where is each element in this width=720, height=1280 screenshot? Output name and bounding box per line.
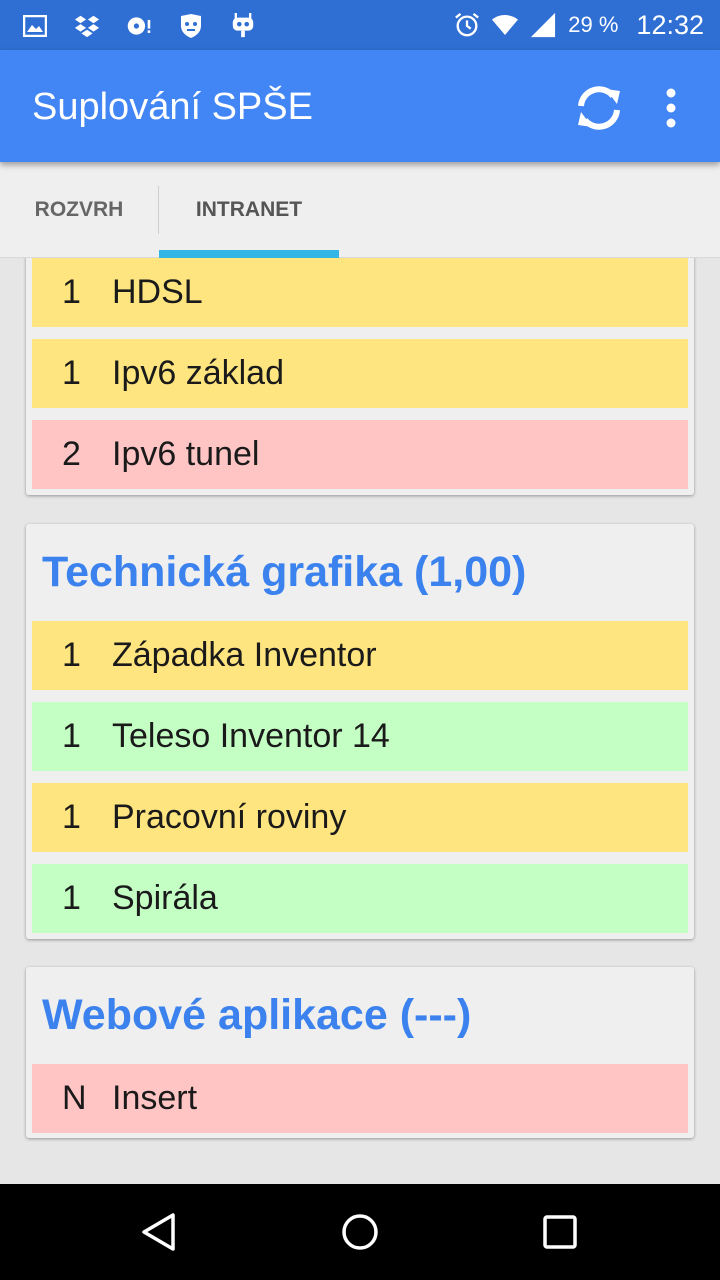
tab-rozvrh[interactable]: ROZVRH <box>0 162 158 258</box>
subject-title: Webové aplikace (---) <box>42 991 472 1039</box>
android-robot-icon <box>230 13 256 39</box>
app-title: Suplování SPŠE <box>32 86 313 128</box>
image-icon <box>22 13 48 39</box>
disc-alert-icon <box>126 13 152 39</box>
item-name: Západka Inventor <box>112 636 377 674</box>
item-count: 1 <box>62 636 81 674</box>
dropbox-icon <box>74 13 100 39</box>
tab-bar: ROZVRH INTRANET <box>0 162 720 258</box>
recents-button[interactable] <box>528 1202 592 1262</box>
home-button[interactable] <box>328 1202 392 1262</box>
item-count: 1 <box>62 879 81 917</box>
list-item[interactable]: 1 Pracovní roviny <box>32 783 688 852</box>
item-name: Ipv6 tunel <box>112 435 260 473</box>
subject-title: Technická grafika (1,00) <box>42 548 527 596</box>
item-name: Spirála <box>112 879 218 917</box>
more-vert-icon <box>666 88 676 128</box>
item-count: 1 <box>62 717 81 755</box>
list-item[interactable]: 1 Ipv6 základ <box>32 339 688 408</box>
notification-icons <box>22 10 256 42</box>
signal-icon <box>530 12 556 38</box>
item-count: 1 <box>62 798 81 836</box>
list-item[interactable]: 2 Ipv6 tunel <box>32 420 688 489</box>
subject-card: Technická grafika (1,00) 1 Západka Inven… <box>26 524 694 939</box>
item-name: Ipv6 základ <box>112 354 284 392</box>
back-button[interactable] <box>128 1202 192 1262</box>
battery-percentage: 29 % <box>568 12 619 37</box>
tab-intranet[interactable]: INTRANET <box>159 162 339 258</box>
navigation-bar <box>0 1184 720 1280</box>
item-name: Teleso Inventor 14 <box>112 717 390 755</box>
item-count: 1 <box>62 273 81 311</box>
shield-face-icon <box>178 13 204 39</box>
list-item[interactable]: 1 Spirála <box>32 864 688 933</box>
system-status: 29 % 12:32 <box>454 8 704 42</box>
recents-icon <box>543 1215 577 1249</box>
item-count: 1 <box>62 354 81 392</box>
list-item[interactable]: N Insert <box>32 1064 688 1133</box>
clock: 12:32 <box>636 9 704 40</box>
refresh-icon <box>578 86 620 130</box>
item-name: Pracovní roviny <box>112 798 347 836</box>
item-name: Insert <box>112 1079 198 1117</box>
subject-card: 1 HDSL 1 Ipv6 základ 2 Ipv6 tunel <box>26 258 694 495</box>
tab-selected-indicator <box>159 250 339 258</box>
status-bar: 29 % 12:32 <box>0 0 720 50</box>
refresh-button[interactable] <box>570 82 628 134</box>
wifi-icon <box>492 12 519 38</box>
back-icon <box>142 1213 175 1251</box>
subject-card: Webové aplikace (---) N Insert <box>26 967 694 1138</box>
list-item[interactable]: 1 HDSL <box>32 258 688 327</box>
home-icon <box>342 1214 378 1250</box>
overflow-menu-button[interactable] <box>650 80 692 136</box>
item-name: HDSL <box>112 273 203 311</box>
app-bar: Suplování SPŠE <box>0 50 720 162</box>
subjects-list[interactable]: 1 HDSL 1 Ipv6 základ 2 Ipv6 tunel Techni… <box>0 258 720 1184</box>
item-count: 2 <box>62 435 81 473</box>
list-item[interactable]: 1 Západka Inventor <box>32 621 688 690</box>
item-count: N <box>62 1079 87 1117</box>
list-item[interactable]: 1 Teleso Inventor 14 <box>32 702 688 771</box>
alarm-icon <box>454 12 480 38</box>
